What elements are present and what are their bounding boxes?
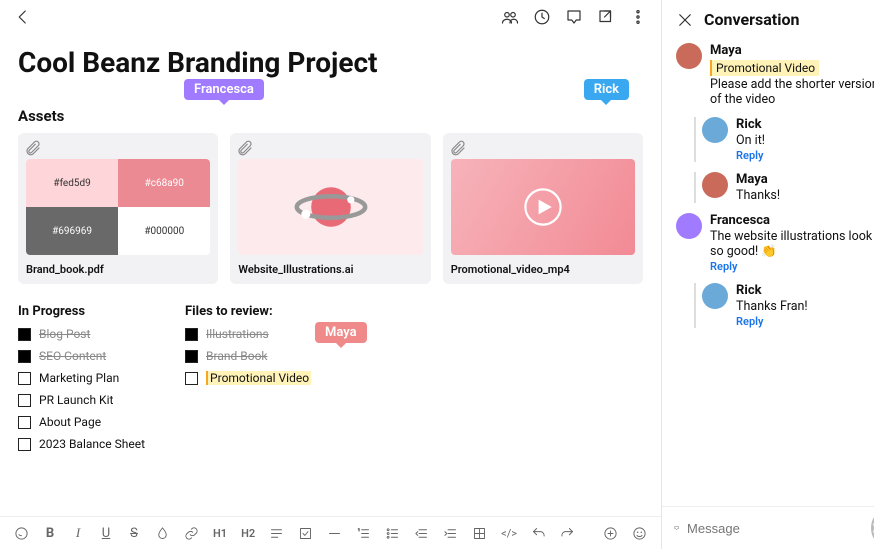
attachment-icon <box>236 139 254 157</box>
svg-text:1: 1 <box>358 528 360 532</box>
files-to-review-list: Files to review: Illustrations Brand Boo… <box>185 304 311 459</box>
message[interactable]: Maya Promotional Video Please add the sh… <box>676 43 874 107</box>
h2-button[interactable]: H2 <box>241 527 255 540</box>
code-button[interactable]: </> <box>501 527 517 540</box>
avatar <box>676 43 702 69</box>
checkbox-icon[interactable] <box>18 350 31 363</box>
asset-filename: Promotional_video_mp4 <box>451 263 635 276</box>
attachment-icon <box>449 139 467 157</box>
h1-button[interactable]: H1 <box>213 527 227 540</box>
asset-card[interactable]: Website_Illustrations.ai <box>230 133 430 284</box>
add-button[interactable] <box>603 525 618 540</box>
message[interactable]: Francesca The website illustrations look… <box>676 213 874 273</box>
avatar <box>702 172 728 198</box>
underline-button[interactable]: U <box>99 526 113 541</box>
cursor-rick: Rick <box>584 79 629 100</box>
asset-card[interactable]: Promotional_video_mp4 <box>443 133 643 284</box>
color-button[interactable] <box>155 525 170 540</box>
mention-icon[interactable] <box>14 525 29 540</box>
back-icon[interactable] <box>14 8 32 26</box>
checklist-button[interactable] <box>298 525 313 540</box>
task-item[interactable]: Illustrations <box>185 327 311 341</box>
more-icon[interactable] <box>629 8 647 26</box>
page-title: Cool Beanz Branding Project <box>18 46 643 79</box>
cursor-francesca: Francesca <box>184 79 264 100</box>
attachment-icon <box>24 139 42 157</box>
checkbox-icon[interactable] <box>18 328 31 341</box>
comment-icon[interactable] <box>565 8 583 26</box>
assets-heading: Assets <box>18 107 643 125</box>
message-composer <box>662 506 874 549</box>
bold-button[interactable]: B <box>43 526 57 541</box>
divider-button[interactable] <box>327 525 342 540</box>
task-item[interactable]: Blog Post <box>18 327 145 341</box>
checkbox-icon[interactable] <box>185 372 198 385</box>
in-progress-list: In Progress Blog Post SEO Content Market… <box>18 304 145 459</box>
link-button[interactable] <box>184 525 199 540</box>
checkbox-icon[interactable] <box>185 350 198 363</box>
task-item[interactable]: SEO Content <box>18 349 145 363</box>
emoji-button[interactable] <box>632 525 647 540</box>
task-item[interactable]: Brand Book <box>185 349 311 363</box>
conversation-title: Conversation <box>704 10 799 29</box>
checkbox-icon[interactable] <box>18 394 31 407</box>
asset-card[interactable]: #fed5d9 #c68a90 #696969 #000000 Brand_bo… <box>18 133 218 284</box>
play-icon <box>521 185 565 229</box>
message[interactable]: Rick On it! Reply <box>694 117 874 162</box>
color-swatches: #fed5d9 #c68a90 #696969 #000000 <box>26 159 210 255</box>
avatar <box>702 117 728 143</box>
quote-button[interactable] <box>269 525 284 540</box>
planet-illustration <box>286 172 376 242</box>
topbar <box>0 0 661 34</box>
bullet-list-button[interactable] <box>385 525 400 540</box>
undo-button[interactable] <box>531 525 546 540</box>
history-icon[interactable] <box>533 8 551 26</box>
checkbox-icon[interactable] <box>18 438 31 451</box>
task-item[interactable]: Marketing Plan <box>18 371 145 385</box>
cursor-maya: Maya <box>315 322 367 343</box>
open-external-icon[interactable] <box>597 8 615 26</box>
message[interactable]: Rick Thanks Fran! Reply <box>694 283 874 328</box>
conversation-thread: Maya Promotional Video Please add the sh… <box>662 39 874 506</box>
redo-button[interactable] <box>560 525 575 540</box>
checkbox-icon[interactable] <box>18 372 31 385</box>
task-item[interactable]: 2023 Balance Sheet <box>18 437 145 451</box>
table-button[interactable] <box>472 525 487 540</box>
format-toolbar: B I U S H1 H2 1 </> <box>0 516 661 549</box>
avatar <box>702 283 728 309</box>
checkbox-icon[interactable] <box>18 416 31 429</box>
asset-filename: Website_Illustrations.ai <box>238 263 422 276</box>
task-item[interactable]: About Page <box>18 415 145 429</box>
numbered-list-button[interactable]: 1 <box>356 525 371 540</box>
strike-button[interactable]: S <box>127 526 141 541</box>
avatar <box>676 213 702 239</box>
reply-link[interactable]: Reply <box>710 260 874 273</box>
task-item[interactable]: PR Launch Kit <box>18 393 145 407</box>
close-icon[interactable] <box>676 11 694 29</box>
chat-icon <box>674 519 679 537</box>
reply-link[interactable]: Reply <box>736 149 765 162</box>
outdent-button[interactable] <box>414 525 429 540</box>
asset-filename: Brand_book.pdf <box>26 263 210 276</box>
indent-button[interactable] <box>443 525 458 540</box>
italic-button[interactable]: I <box>71 525 85 541</box>
message[interactable]: Maya Thanks! <box>694 172 874 203</box>
message-input[interactable] <box>687 521 863 536</box>
reference-chip[interactable]: Promotional Video <box>710 60 819 76</box>
reply-link[interactable]: Reply <box>736 315 808 328</box>
task-item[interactable]: Promotional Video <box>185 371 311 385</box>
people-icon[interactable] <box>501 8 519 26</box>
checkbox-icon[interactable] <box>185 328 198 341</box>
